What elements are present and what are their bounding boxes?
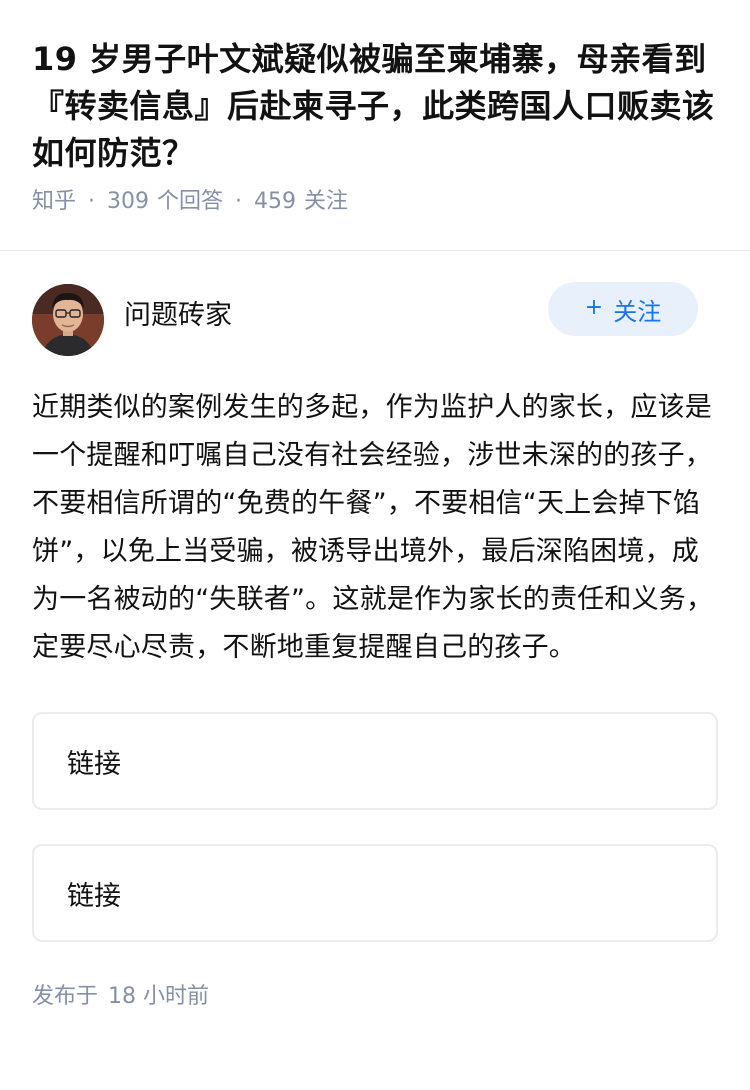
meta-separator: · — [235, 189, 243, 214]
followers-count: 459 — [254, 189, 297, 214]
follow-button[interactable]: + 关注 — [548, 282, 698, 336]
link-card-label: 链接 — [67, 880, 121, 912]
avatar-image — [32, 284, 104, 356]
followers-count-group: 459 关注 — [254, 187, 348, 217]
followers-label: 关注 — [304, 189, 349, 214]
question-title[interactable]: 19 岁男子叶文斌疑似被骗至柬埔寨，母亲看到『转卖信息』后赴柬寻子，此类跨国人口… — [32, 36, 718, 177]
question-meta: 知乎 · 309 个回答 · 459 关注 — [32, 187, 718, 217]
section-divider — [0, 250, 750, 251]
publish-time: 发布于 18 小时前 — [32, 978, 718, 1010]
answers-count-group[interactable]: 309 个回答 — [107, 187, 223, 217]
link-card-label: 链接 — [67, 748, 121, 780]
answers-count: 309 — [107, 189, 150, 214]
source-label[interactable]: 知乎 — [32, 187, 76, 217]
plus-icon: + — [584, 295, 604, 320]
author-name[interactable]: 问题砖家 — [124, 293, 232, 332]
answer-content: 近期类似的案例发生的多起，作为监护人的家长，应该是一个提醒和叮嘱自己没有社会经验… — [32, 392, 714, 663]
answer-card: 问题砖家 + 关注 近期类似的案例发生的多起，作为监护人的家长，应该是一个提醒和… — [0, 282, 750, 1010]
meta-separator: · — [88, 189, 96, 214]
link-card[interactable]: 链接 — [32, 712, 718, 810]
question-header: 19 岁男子叶文斌疑似被骗至柬埔寨，母亲看到『转卖信息』后赴柬寻子，此类跨国人口… — [0, 0, 750, 215]
author-row: 问题砖家 + 关注 — [32, 282, 718, 356]
answers-label: 个回答 — [157, 189, 224, 214]
publish-time-value: 18 小时前 — [108, 984, 210, 1009]
avatar[interactable] — [32, 284, 104, 356]
link-card[interactable]: 链接 — [32, 844, 718, 942]
follow-label: 关注 — [613, 297, 662, 326]
publish-prefix: 发布于 — [32, 984, 99, 1009]
